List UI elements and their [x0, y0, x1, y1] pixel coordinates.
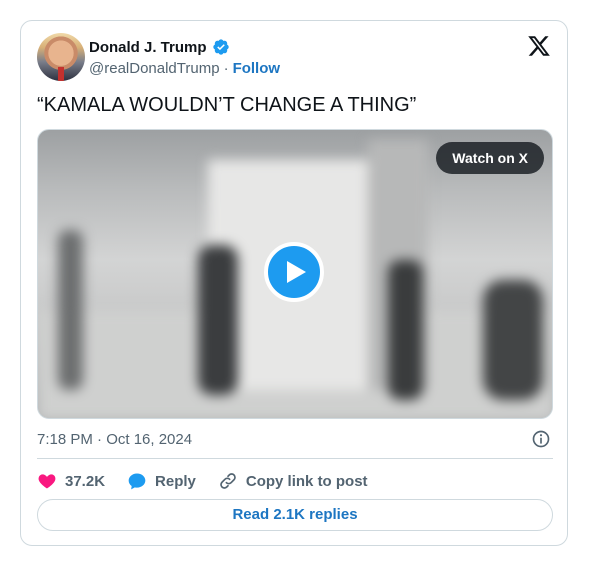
watch-on-x-button[interactable]: Watch on X: [436, 142, 544, 174]
reply-label: Reply: [155, 472, 196, 490]
info-icon[interactable]: [531, 429, 551, 449]
like-action[interactable]: 37.2K: [37, 471, 105, 491]
play-icon: [287, 261, 306, 283]
follow-button[interactable]: Follow: [233, 60, 281, 77]
x-logo-icon[interactable]: [527, 34, 551, 58]
link-icon: [220, 473, 236, 489]
author-name-row: Donald J. Trump: [89, 38, 230, 56]
reply-bubble-icon: [128, 473, 146, 490]
copy-link-action[interactable]: Copy link to post: [218, 471, 368, 491]
author-name[interactable]: Donald J. Trump: [89, 39, 207, 56]
divider: [37, 458, 553, 459]
like-count: 37.2K: [65, 472, 106, 490]
author-handle[interactable]: @realDonaldTrump: [89, 60, 220, 77]
handle-separator: ·: [223, 60, 229, 77]
read-replies-button[interactable]: Read 2.1K replies: [37, 499, 553, 531]
author-handle-row: @realDonaldTrump · Follow: [89, 60, 280, 77]
tweet-card[interactable]: Donald J. Trump @realDonaldTrump · Follo…: [20, 20, 568, 546]
video-thumbnail[interactable]: Watch on X: [37, 129, 553, 419]
play-button[interactable]: [264, 242, 324, 302]
reply-action[interactable]: Reply: [127, 471, 196, 491]
tweet-timestamp[interactable]: 7:18 PM · Oct 16, 2024: [37, 431, 192, 448]
copy-link-label: Copy link to post: [245, 472, 368, 490]
action-bar: 37.2K Reply Copy link to post: [37, 469, 390, 493]
verified-badge-icon: [212, 39, 229, 55]
author-avatar[interactable]: [37, 33, 85, 81]
heart-icon: [38, 474, 56, 489]
tweet-text: “KAMALA WOULDN’T CHANGE A THING”: [37, 94, 417, 116]
